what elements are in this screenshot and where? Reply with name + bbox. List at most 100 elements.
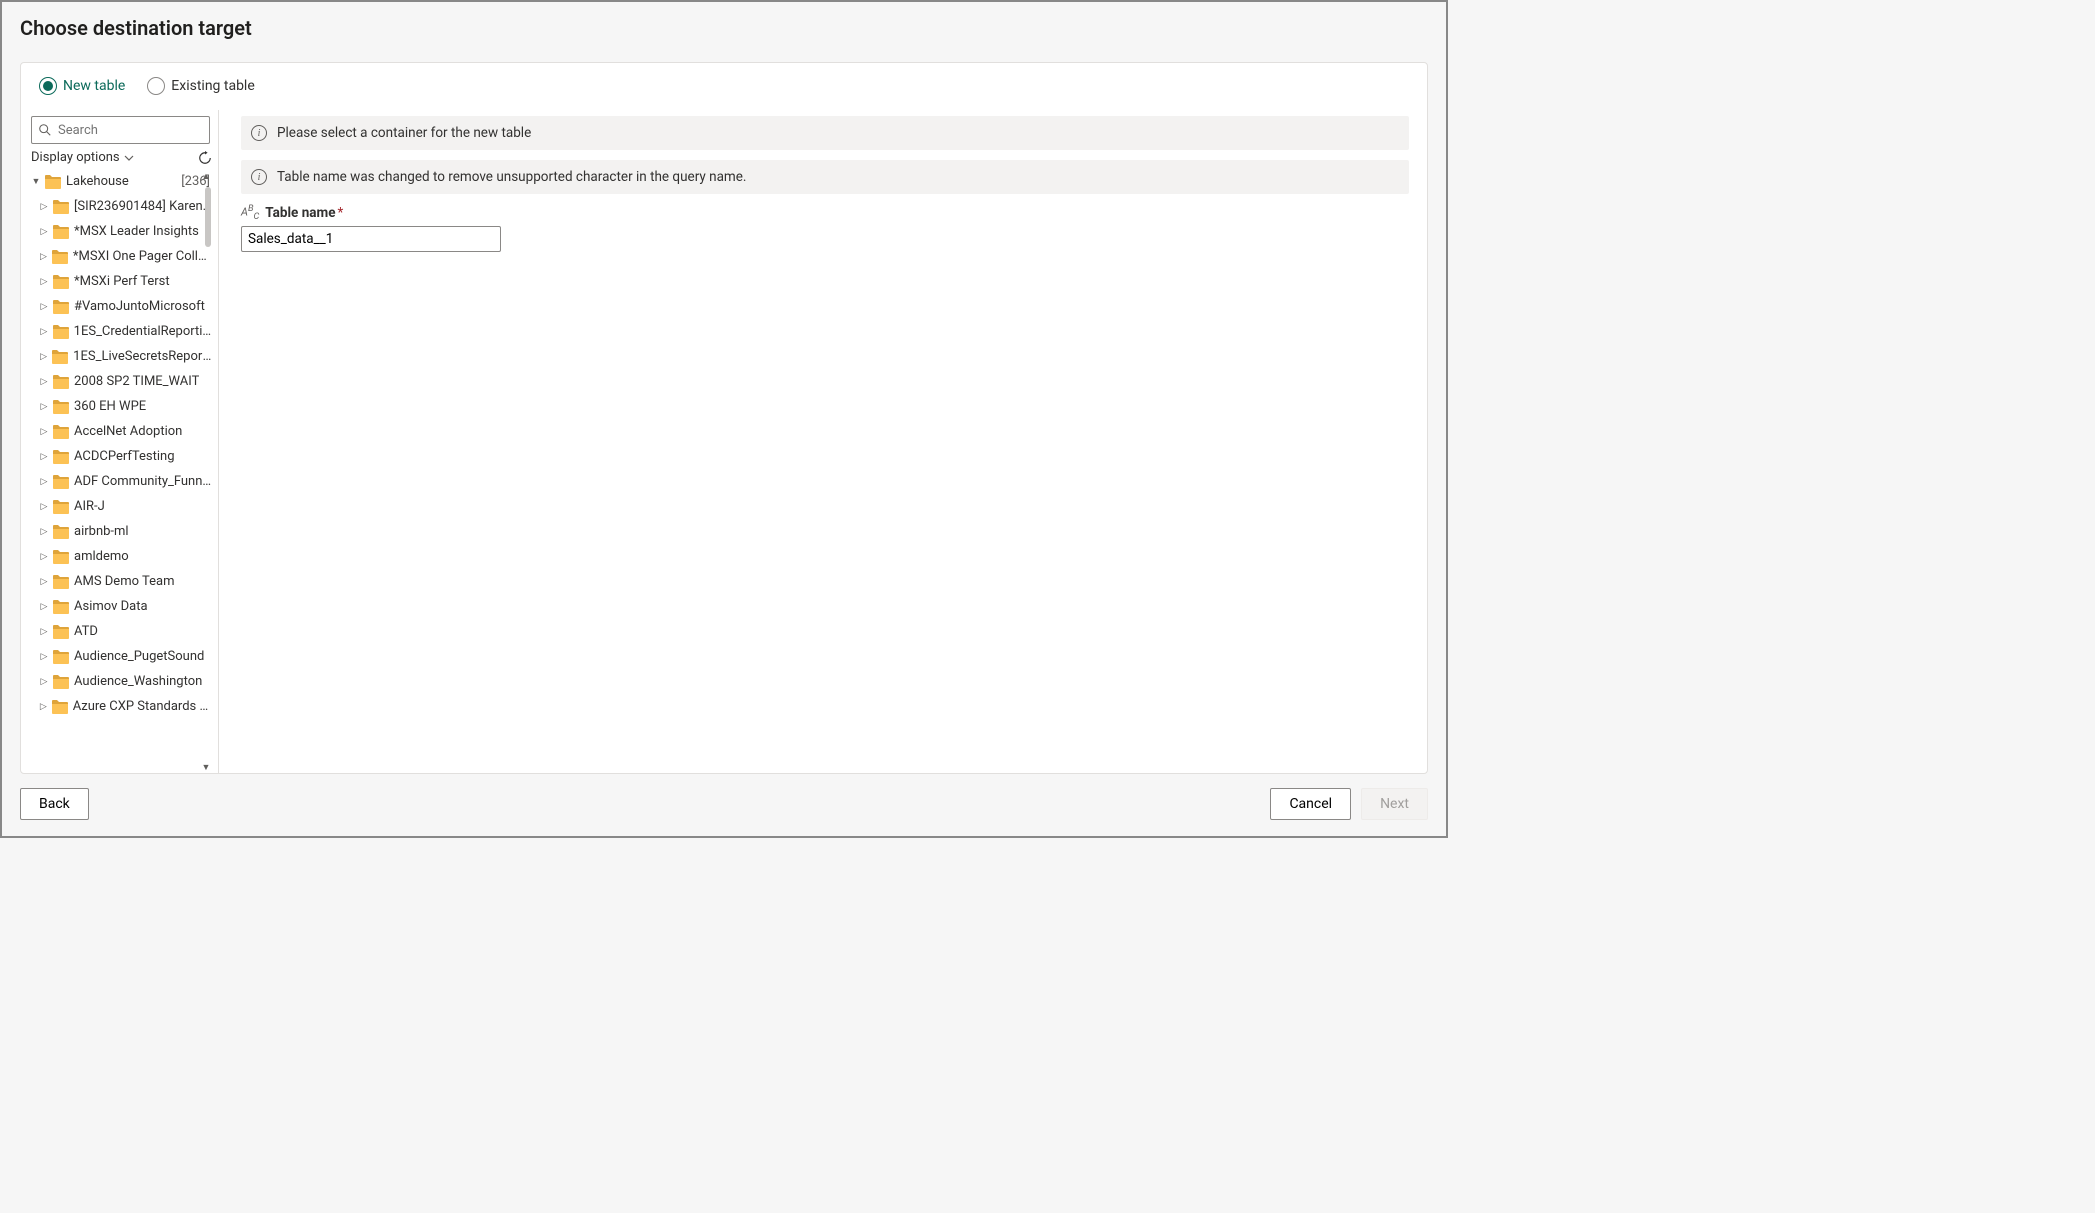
tree-item[interactable]: ▷ *MSX Leader Insights <box>31 219 212 244</box>
caret-right-icon: ▷ <box>39 502 49 512</box>
tree-item[interactable]: ▷ 1ES_LiveSecretsReporting <box>31 344 212 369</box>
tree-item[interactable]: ▷ Azure CXP Standards PROD <box>31 694 212 719</box>
dialog-footer: Back Cancel Next <box>2 774 1446 836</box>
tree-item-label: amldemo <box>74 549 129 564</box>
search-icon <box>38 123 52 137</box>
table-name-input[interactable] <box>241 226 501 252</box>
tree-wrapper: ▼Lakehouse[236]▷[SIR236901484] Karenia▷*… <box>31 169 212 773</box>
caret-down-icon: ▼ <box>31 176 41 187</box>
next-button: Next <box>1361 788 1428 820</box>
search-box[interactable] <box>31 116 210 144</box>
tree-item-label: Azure CXP Standards PROD <box>73 699 212 714</box>
tree-item-label: 360 EH WPE <box>74 399 146 414</box>
caret-right-icon: ▷ <box>39 527 49 537</box>
caret-right-icon: ▷ <box>39 327 49 337</box>
tree-item-label: *MSXi Perf Terst <box>74 274 170 289</box>
table-mode-radio-group: New table Existing table <box>21 63 1427 110</box>
table-name-label-row: ABC Table name* <box>241 204 1409 222</box>
tree-item[interactable]: ▷2008 SP2 TIME_WAIT <box>31 369 212 394</box>
info-icon: i <box>251 125 267 141</box>
chevron-down-icon <box>124 153 134 163</box>
tree-item[interactable]: ▷ *MSXI One Pager Collecti... <box>31 244 212 269</box>
folder-tree[interactable]: ▼Lakehouse[236]▷[SIR236901484] Karenia▷*… <box>31 169 212 719</box>
text-type-icon: ABC <box>241 204 259 222</box>
caret-right-icon: ▷ <box>39 577 49 587</box>
body-row: Display options ▼Lakehouse[236]▷[SIR2369… <box>21 110 1427 773</box>
tree-item-label: #VamoJuntoMicrosoft <box>74 299 205 314</box>
tree-item[interactable]: ▷ airbnb-ml <box>31 519 212 544</box>
caret-right-icon: ▷ <box>39 377 49 387</box>
tree-item[interactable]: ▷ [SIR236901484] Karenia <box>31 194 212 219</box>
caret-right-icon: ▷ <box>39 452 49 462</box>
tree-item[interactable]: ▷ ATD <box>31 619 212 644</box>
tree-item[interactable]: ▷ Audience_Washington <box>31 669 212 694</box>
caret-right-icon: ▷ <box>39 627 49 637</box>
radio-new-table[interactable]: New table <box>39 77 125 95</box>
radio-dot-icon <box>39 77 57 95</box>
tree-item-label: *MSXI One Pager Collecti... <box>73 249 212 264</box>
main-card: New table Existing table Display options <box>20 62 1428 774</box>
caret-right-icon: ▷ <box>39 227 49 237</box>
caret-right-icon: ▷ <box>39 602 49 612</box>
tree-item[interactable]: ▷ ADF Community_Funnel <box>31 469 212 494</box>
tree-item[interactable]: ▷ #VamoJuntoMicrosoft <box>31 294 212 319</box>
tree-item-label: AIR-J <box>74 499 105 514</box>
dialog-header: Choose destination target <box>2 2 1446 48</box>
main-panel: i Please select a container for the new … <box>219 110 1427 773</box>
tree-item[interactable]: ▷ Asimov Data <box>31 594 212 619</box>
info-name-changed: i Table name was changed to remove unsup… <box>241 160 1409 194</box>
caret-right-icon: ▷ <box>39 702 48 712</box>
caret-right-icon: ▷ <box>39 477 49 487</box>
tree-item[interactable]: ▷ ACDCPerfTesting <box>31 444 212 469</box>
tree-item-label: ACDCPerfTesting <box>74 449 175 464</box>
scroll-thumb[interactable] <box>205 187 211 247</box>
tree-item[interactable]: ▷1ES_CredentialReporting <box>31 319 212 344</box>
caret-right-icon: ▷ <box>39 302 49 312</box>
scroll-down-icon: ▼ <box>202 762 211 773</box>
tree-root-label: Lakehouse <box>66 174 129 189</box>
tree-item-label: AMS Demo Team <box>74 574 174 589</box>
tree-item-label: Asimov Data <box>74 599 148 614</box>
refresh-icon[interactable] <box>198 151 212 165</box>
footer-right: Cancel Next <box>1270 788 1428 820</box>
tree-item-label: airbnb-ml <box>74 524 129 539</box>
radio-label: Existing table <box>171 78 254 94</box>
back-button[interactable]: Back <box>20 788 89 820</box>
tree-item[interactable]: ▷ amldemo <box>31 544 212 569</box>
display-options-label: Display options <box>31 150 120 165</box>
page-title: Choose destination target <box>20 16 1428 40</box>
tree-item[interactable]: ▷ AIR-J <box>31 494 212 519</box>
info-icon: i <box>251 169 267 185</box>
caret-right-icon: ▷ <box>39 202 49 212</box>
radio-dot-icon <box>147 77 165 95</box>
info-text: Table name was changed to remove unsuppo… <box>277 169 747 185</box>
tree-root-lakehouse[interactable]: ▼Lakehouse[236] <box>31 169 212 194</box>
tree-item-label: 1ES_LiveSecretsReporting <box>73 349 212 364</box>
caret-right-icon: ▷ <box>39 352 48 362</box>
caret-right-icon: ▷ <box>39 402 49 412</box>
caret-right-icon: ▷ <box>39 677 49 687</box>
tree-item[interactable]: ▷ *MSXi Perf Terst <box>31 269 212 294</box>
tree-item-label: ATD <box>74 624 98 639</box>
info-select-container: i Please select a container for the new … <box>241 116 1409 150</box>
tree-item-label: *MSX Leader Insights <box>74 224 199 239</box>
display-options-row: Display options <box>31 148 212 169</box>
radio-existing-table[interactable]: Existing table <box>147 77 254 95</box>
tree-sidebar: Display options ▼Lakehouse[236]▷[SIR2369… <box>21 110 219 773</box>
cancel-button[interactable]: Cancel <box>1270 788 1351 820</box>
tree-item[interactable]: ▷Audience_PugetSound <box>31 644 212 669</box>
tree-item-label: ADF Community_Funnel <box>74 474 212 489</box>
info-text: Please select a container for the new ta… <box>277 125 531 141</box>
caret-right-icon: ▷ <box>39 252 48 262</box>
caret-right-icon: ▷ <box>39 427 49 437</box>
tree-item[interactable]: ▷ 360 EH WPE <box>31 394 212 419</box>
tree-item[interactable]: ▷ AMS Demo Team <box>31 569 212 594</box>
caret-right-icon: ▷ <box>39 277 49 287</box>
tree-item-label: Audience_PugetSound <box>74 649 204 664</box>
display-options-dropdown[interactable]: Display options <box>31 150 134 165</box>
search-input[interactable] <box>58 123 219 138</box>
caret-right-icon: ▷ <box>39 552 49 562</box>
tree-item[interactable]: ▷AccelNet Adoption <box>31 419 212 444</box>
tree-item-label: [SIR236901484] Karenia <box>74 199 212 214</box>
tree-item-label: Audience_Washington <box>74 674 202 689</box>
